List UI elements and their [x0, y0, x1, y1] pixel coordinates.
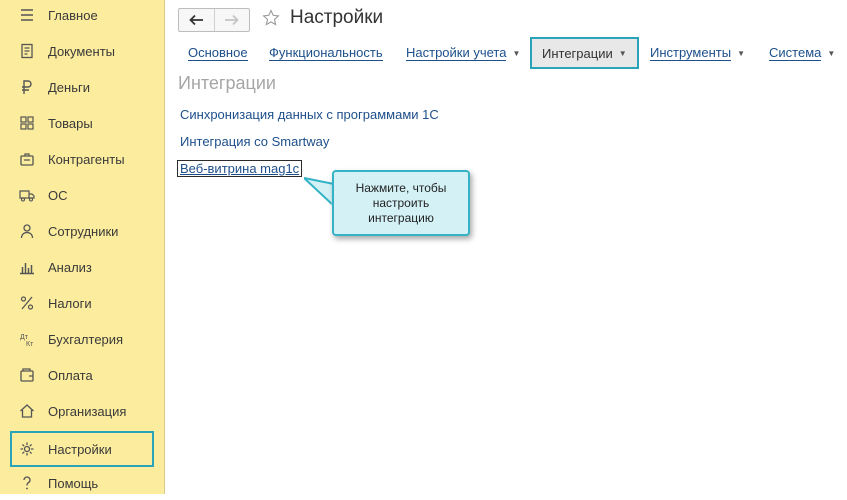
- dt-kt-icon: Дт Кт: [16, 330, 38, 348]
- section-title: Интеграции: [178, 73, 276, 93]
- sidebar-item-label: Оплата: [48, 367, 93, 383]
- tooltip-text: Нажмите, чтобы настроить интеграцию: [355, 180, 447, 225]
- tab-basic[interactable]: Основное: [188, 38, 248, 68]
- sidebar-item-label: Помощь: [48, 475, 99, 491]
- menu-icon: [16, 6, 38, 24]
- hint-tooltip: Нажмите, чтобы настроить интеграцию: [332, 170, 470, 236]
- tab-tools[interactable]: Инструменты ▼: [650, 38, 745, 68]
- tab-label: Интеграции: [542, 45, 613, 61]
- sidebar-item-label: Главное: [48, 7, 98, 23]
- link-smartway[interactable]: Интеграция со Smartway: [180, 134, 329, 149]
- tab-functionality[interactable]: Функциональность: [269, 38, 383, 68]
- sidebar-item-label: Документы: [48, 43, 116, 59]
- caret-down-icon: ▼: [737, 48, 745, 58]
- sidebar-item-counterparties[interactable]: Контрагенты: [10, 142, 154, 176]
- sidebar-item-settings[interactable]: Настройки: [10, 431, 154, 467]
- sidebar-item-help[interactable]: Помощь: [10, 466, 154, 500]
- question-icon: [16, 474, 38, 492]
- sidebar-item-organization[interactable]: Организация: [10, 394, 154, 428]
- caret-down-icon: ▼: [827, 48, 836, 58]
- sidebar-item-payment[interactable]: Оплата: [10, 358, 154, 392]
- tab-label: Функциональность: [269, 45, 383, 61]
- tab-label: Инструменты: [650, 45, 732, 61]
- page-title: Настройки: [290, 7, 384, 28]
- sidebar-item-documents[interactable]: Документы: [10, 34, 154, 68]
- main-content: Настройки Основное Функциональность Наст…: [166, 0, 847, 494]
- forward-button[interactable]: [213, 9, 250, 31]
- sidebar-item-label: Анализ: [48, 259, 92, 275]
- link-sync-1c[interactable]: Синхронизация данных с программами 1С: [180, 107, 439, 122]
- ruble-icon: [16, 78, 38, 96]
- arrow-right-icon: [224, 14, 239, 26]
- sidebar-item-label: Сотрудники: [48, 223, 119, 239]
- wallet-icon: [16, 366, 38, 384]
- sidebar-item-accounting[interactable]: Дт Кт Бухгалтерия: [10, 322, 154, 356]
- tab-label: Система: [769, 45, 822, 61]
- sidebar-item-employees[interactable]: Сотрудники: [10, 214, 154, 248]
- tab-accounting-settings[interactable]: Настройки учета ▼: [406, 38, 520, 68]
- percent-icon: [16, 294, 38, 312]
- tab-system[interactable]: Система ▼: [769, 38, 835, 68]
- person-icon: [16, 222, 38, 240]
- sidebar-item-goods[interactable]: Товары: [10, 106, 154, 140]
- back-button[interactable]: [179, 9, 214, 31]
- sidebar-item-label: Товары: [48, 115, 93, 131]
- sidebar-item-label: Настройки: [48, 441, 112, 457]
- caret-down-icon: ▼: [512, 48, 521, 58]
- bar-chart-icon: [16, 258, 38, 276]
- link-web-showcase-mag1c[interactable]: Веб-витрина mag1c: [177, 160, 303, 177]
- goods-grid-icon: [16, 114, 38, 132]
- truck-icon: [16, 186, 38, 204]
- gear-icon: [16, 440, 38, 458]
- sidebar-item-label: Контрагенты: [48, 151, 125, 167]
- sidebar-item-label: Деньги: [48, 79, 90, 95]
- sidebar-item-label: Налоги: [48, 295, 92, 311]
- sidebar-item-taxes[interactable]: Налоги: [10, 286, 154, 320]
- handshake-icon: [16, 150, 38, 168]
- favorite-star-icon[interactable]: [262, 9, 280, 27]
- sidebar-item-money[interactable]: Деньги: [10, 70, 154, 104]
- sidebar: Главное Документы Деньги Товары Контраге…: [0, 0, 165, 494]
- sidebar-item-label: Бухгалтерия: [48, 331, 124, 347]
- tab-integrations[interactable]: Интеграции ▼: [530, 37, 639, 69]
- sidebar-item-analysis[interactable]: Анализ: [10, 250, 154, 284]
- tab-label: Основное: [188, 45, 248, 61]
- caret-down-icon: ▼: [618, 48, 627, 58]
- sidebar-item-label: Организация: [48, 403, 127, 419]
- arrow-left-icon: [189, 14, 204, 26]
- sidebar-item-label: ОС: [48, 187, 68, 203]
- tab-label: Настройки учета: [406, 45, 507, 61]
- sidebar-item-main[interactable]: Главное: [10, 0, 154, 32]
- svg-text:Кт: Кт: [26, 341, 34, 347]
- svg-text:Дт: Дт: [20, 334, 29, 341]
- history-navigation: [178, 8, 250, 32]
- document-icon: [16, 42, 38, 60]
- sidebar-item-os[interactable]: ОС: [10, 178, 154, 212]
- house-icon: [16, 402, 38, 420]
